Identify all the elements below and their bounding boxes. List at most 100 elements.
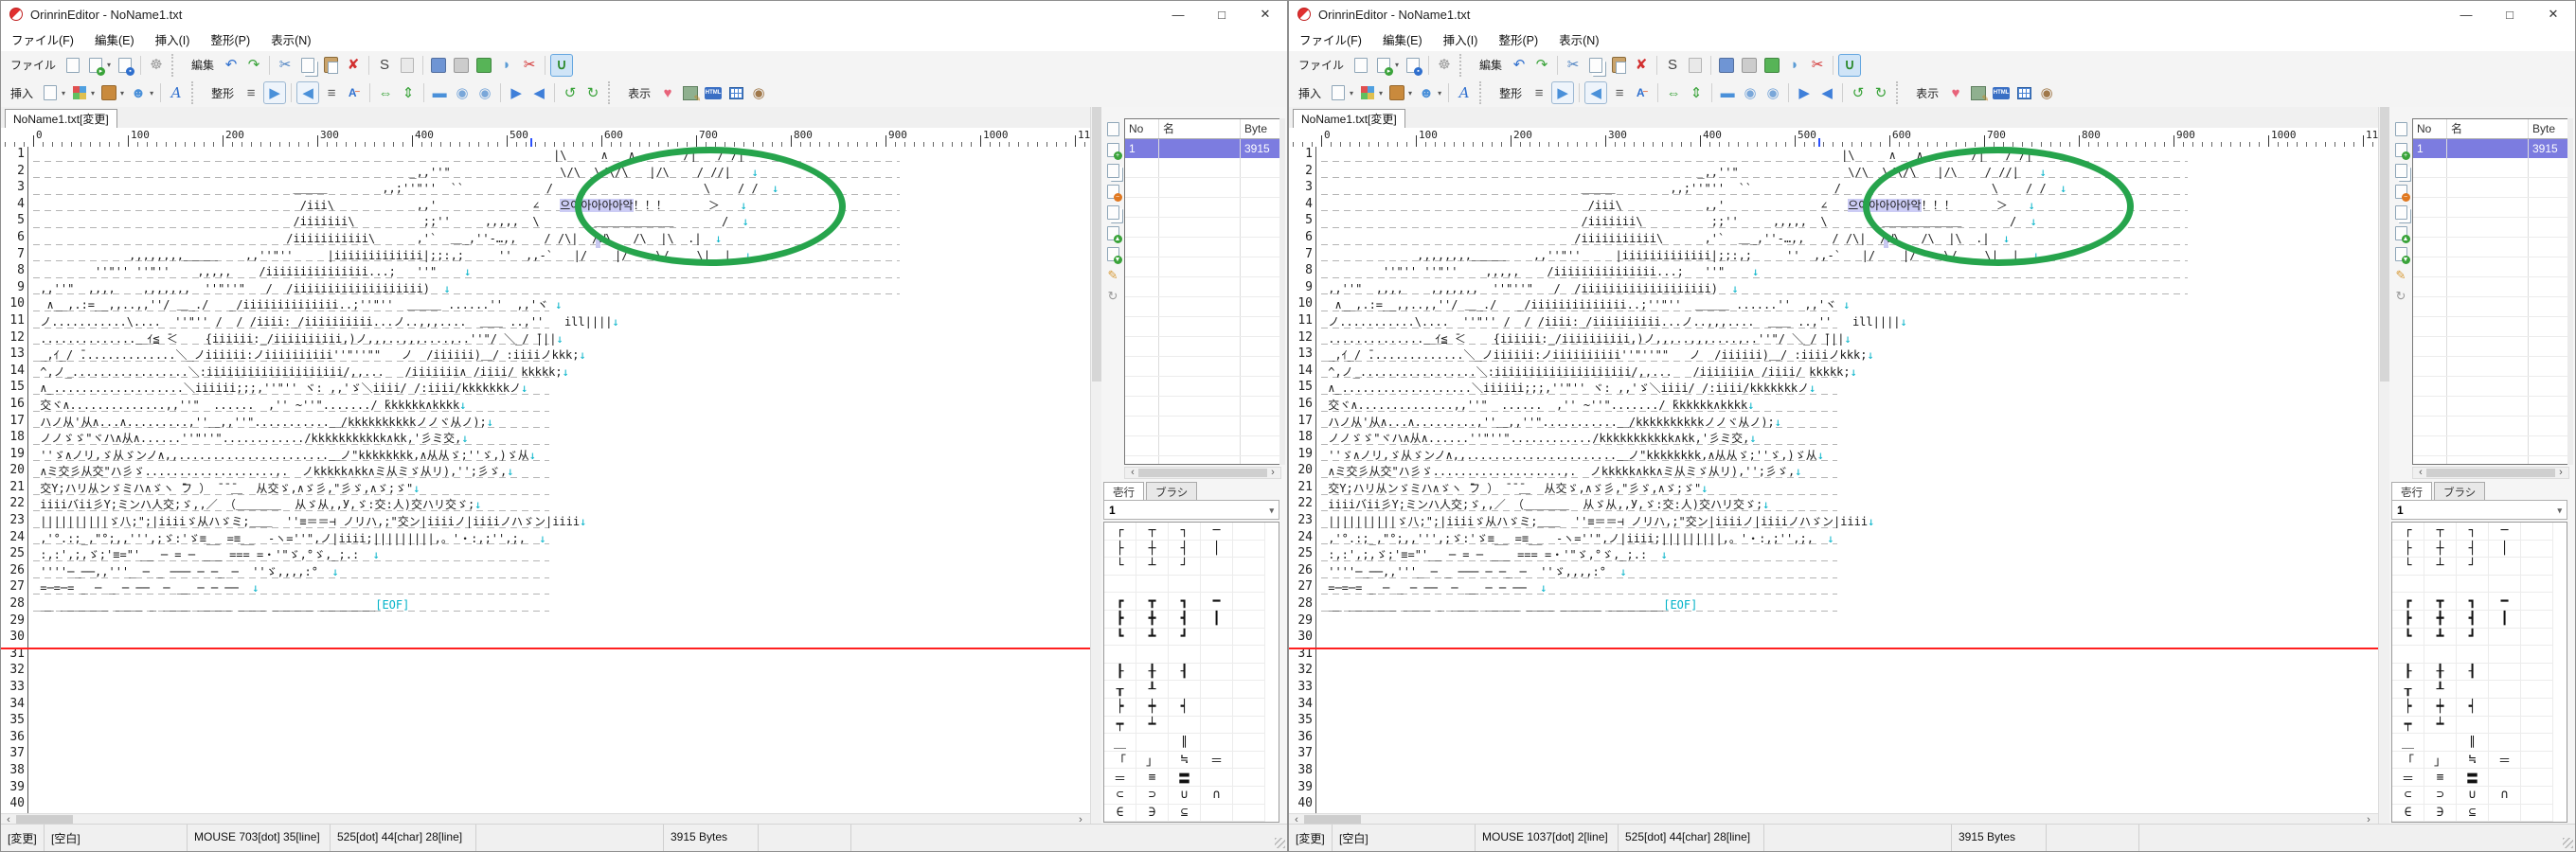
palette-cell[interactable] (1233, 541, 1265, 559)
palette-cell[interactable]: ┼ (2424, 541, 2457, 559)
palette-cell[interactable]: ┷ (2424, 717, 2457, 735)
palette-cell[interactable] (1201, 734, 1233, 752)
play-forward-button[interactable]: ▶ (1794, 82, 1815, 103)
palette-cell[interactable]: ┗ (2392, 629, 2424, 647)
palette-cell[interactable]: ┝ (2392, 699, 2424, 717)
palette-cell[interactable]: ┷ (1136, 717, 1169, 735)
palette-cell[interactable]: ∩ (2489, 787, 2521, 805)
copy-button[interactable] (1585, 55, 1606, 76)
grid-view-button[interactable] (725, 82, 746, 103)
play-forward-button[interactable]: ▶ (506, 82, 527, 103)
redo-button[interactable]: ↷ (1531, 55, 1552, 76)
palette-cell[interactable]: ∋ (2424, 805, 2457, 823)
resize-grip[interactable] (2563, 838, 2573, 848)
palette-cell[interactable] (2521, 717, 2553, 735)
palette-cell[interactable] (1233, 734, 1265, 752)
palette-cell[interactable]: ┠ (1104, 664, 1136, 682)
palette-cell[interactable]: ┛ (1169, 629, 1201, 647)
page-table-empty-row[interactable] (2413, 417, 2568, 436)
open-file-dropdown[interactable]: ▾ (107, 61, 111, 69)
palette-cell[interactable]: ┯ (2392, 717, 2424, 735)
insert-page-button[interactable] (40, 82, 61, 103)
panel-doc-duplicate-icon[interactable] (1107, 205, 1119, 220)
page-table-empty-row[interactable] (1125, 297, 1280, 317)
palette-cell[interactable] (2521, 699, 2553, 717)
insert-box-button[interactable] (1386, 82, 1407, 103)
palette-cell[interactable]: ＝ (2489, 752, 2521, 770)
panel-doc-new-icon[interactable] (2395, 122, 2407, 136)
sort-az-button[interactable]: A− (1632, 82, 1653, 103)
page-table-empty-row[interactable] (1125, 337, 1280, 357)
page-table-empty-row[interactable] (1125, 397, 1280, 417)
page-table-empty-row[interactable] (2413, 238, 2568, 257)
page-table-empty-row[interactable] (2413, 158, 2568, 178)
menu-insert[interactable]: 挿入(I) (1433, 30, 1489, 48)
cut-button[interactable]: ✂ (275, 55, 295, 76)
palette-cell[interactable] (2489, 769, 2521, 787)
palette-cell[interactable] (2489, 717, 2521, 735)
open-file-button[interactable]: ▸ (85, 55, 106, 76)
scroll-right-icon[interactable]: › (2553, 468, 2568, 478)
insert-character-button[interactable]: ☻ (128, 82, 149, 103)
palette-cell[interactable] (1201, 769, 1233, 787)
palette-cell[interactable]: ┻ (2424, 629, 2457, 647)
minimize-button[interactable]: — (2444, 1, 2488, 27)
step-start-button[interactable]: ◉ (452, 82, 473, 103)
arc-tool-button[interactable]: ◗ (1784, 55, 1805, 76)
palette-cell[interactable] (2489, 558, 2521, 576)
html-view-button[interactable]: HTML (703, 82, 724, 103)
cut-button[interactable]: ✂ (1563, 55, 1583, 76)
panel-edit-pencil-icon[interactable]: ✎ (1108, 268, 1118, 282)
palette-cell[interactable] (1233, 787, 1265, 805)
panel-tab-inactive[interactable]: ブラシ (1146, 482, 1197, 500)
palette-cell[interactable]: ├ (2392, 541, 2424, 559)
palette-cell[interactable]: ╋ (2424, 611, 2457, 629)
palette-cell[interactable]: ┻ (1136, 629, 1169, 647)
palette-cell[interactable]: ┰ (1104, 681, 1136, 699)
package-button[interactable] (451, 55, 472, 76)
palette-cell[interactable] (1233, 681, 1265, 699)
rotate-left-button[interactable]: ↺ (560, 82, 581, 103)
palette-cell[interactable] (1233, 646, 1265, 664)
page-table-empty-row[interactable] (2413, 357, 2568, 377)
palette-cell[interactable] (2392, 576, 2424, 594)
palette-cell[interactable]: ┘ (2457, 558, 2489, 576)
palette-cell[interactable]: ≒ (1169, 752, 1201, 770)
insert-character-dropdown[interactable]: ▾ (1438, 89, 1441, 98)
palette-cell[interactable]: ┴ (2424, 558, 2457, 576)
palette-cell[interactable] (2521, 629, 2553, 647)
minimize-button[interactable]: — (1156, 1, 1200, 27)
page-table-empty-row[interactable] (1125, 436, 1280, 456)
palette-cell[interactable]: ╂ (2424, 664, 2457, 682)
brush-size-select[interactable]: 1 ▾ (1103, 500, 1279, 520)
close-button[interactable]: ✕ (1243, 1, 1287, 27)
page-table-row-selected[interactable]: 1391528 (2413, 139, 2568, 158)
document-tab[interactable]: NoName1.txt[変更] (5, 109, 117, 129)
panel-doc-down-icon[interactable]: ▼ (2395, 247, 2407, 261)
palette-cell[interactable] (1233, 576, 1265, 594)
insert-box-dropdown[interactable]: ▾ (120, 89, 124, 98)
palette-cell[interactable]: ┘ (1169, 558, 1201, 576)
palette-cell[interactable]: ∈ (1104, 805, 1136, 823)
palette-cell[interactable] (2392, 646, 2424, 664)
palette-cell[interactable] (2489, 681, 2521, 699)
palette-cell[interactable]: ┓ (2457, 593, 2489, 611)
insert-box-dropdown[interactable]: ▾ (1408, 89, 1412, 98)
palette-cell[interactable]: 〓 (1169, 769, 1201, 787)
panel-doc-remove-icon[interactable]: − (1107, 185, 1119, 199)
palette-cell[interactable]: ≡ (2424, 769, 2457, 787)
page-table-empty-row[interactable] (1125, 456, 1280, 465)
palette-cell[interactable] (1233, 523, 1265, 541)
brush-size-select[interactable]: 1 ▾ (2391, 500, 2567, 520)
palette-cell[interactable] (2521, 646, 2553, 664)
settings-gear-button[interactable]: ☸ (146, 55, 167, 76)
menu-insert[interactable]: 挿入(I) (145, 30, 201, 48)
palette-cell[interactable]: ━ (2489, 593, 2521, 611)
menu-format[interactable]: 整形(P) (200, 30, 260, 48)
palette-cell[interactable] (2489, 805, 2521, 823)
palette-cell[interactable]: ╂ (1136, 664, 1169, 682)
palette-cell[interactable]: ┌ (2392, 523, 2424, 541)
palette-cell[interactable] (1169, 681, 1201, 699)
panel-doc-up-icon[interactable]: ▲ (1107, 226, 1119, 240)
palette-cell[interactable]: ⊆ (2457, 805, 2489, 823)
